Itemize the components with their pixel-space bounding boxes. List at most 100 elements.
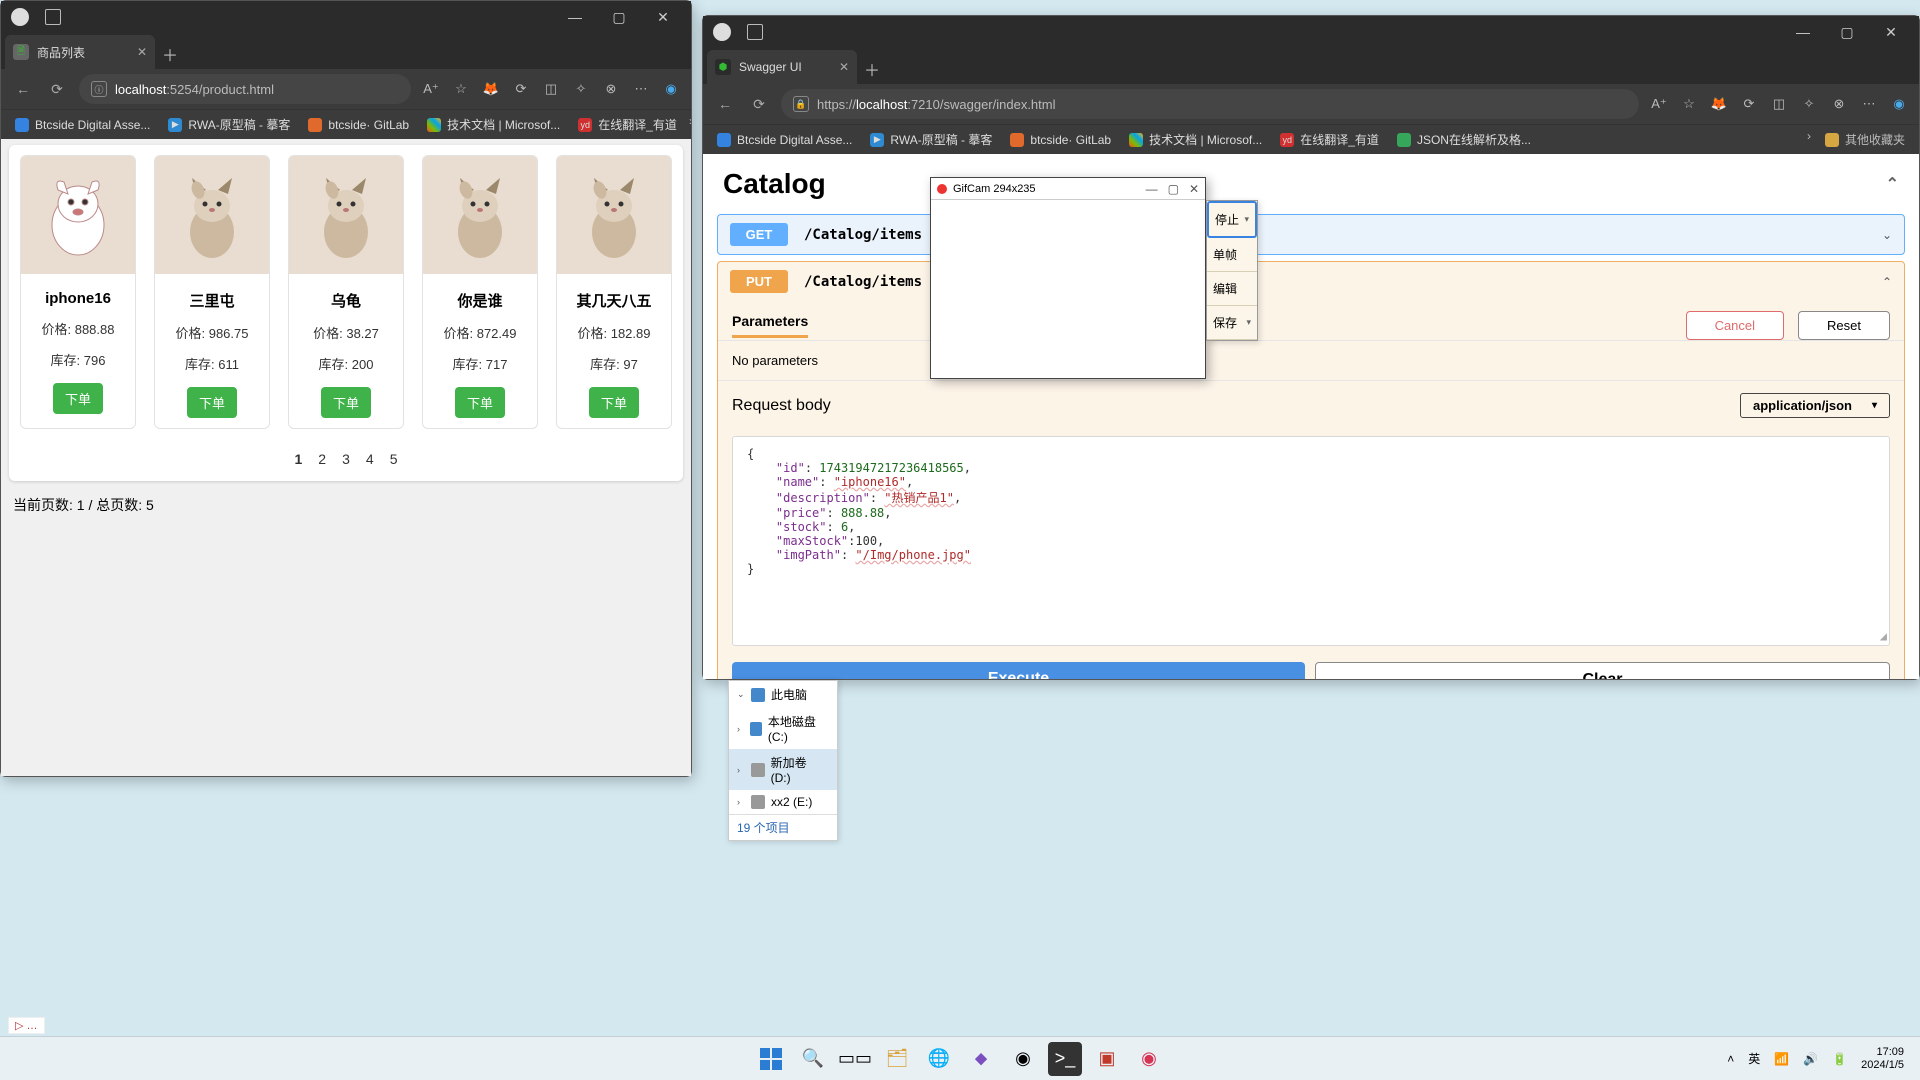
bookmark-item[interactable]: Btcside Digital Asse... bbox=[711, 131, 858, 149]
taskview-icon[interactable]: ▭▭ bbox=[838, 1042, 872, 1076]
menu-icon[interactable]: ⋯ bbox=[631, 79, 651, 99]
gifcam-frame-button[interactable]: 单帧 bbox=[1207, 238, 1257, 272]
chevron-down-icon[interactable]: ⌄ bbox=[1882, 228, 1892, 242]
page-link[interactable]: 2 bbox=[318, 451, 326, 467]
bookmark-item[interactable]: ▶RWA-原型稿 - 摹客 bbox=[864, 129, 998, 150]
copilot-icon[interactable]: ◉ bbox=[1889, 94, 1909, 114]
split-screen-icon[interactable]: ◫ bbox=[541, 79, 561, 99]
resize-handle-icon[interactable]: ◢ bbox=[1880, 629, 1887, 643]
page-link[interactable]: 4 bbox=[366, 451, 374, 467]
wifi-icon[interactable]: 📶 bbox=[1774, 1052, 1789, 1066]
extension-icon[interactable]: A⁺ bbox=[1649, 94, 1669, 114]
split-screen-icon[interactable]: ◫ bbox=[1769, 94, 1789, 114]
page-link[interactable]: 3 bbox=[342, 451, 350, 467]
app-icon[interactable]: ▣ bbox=[1090, 1042, 1124, 1076]
vs-icon[interactable]: ⬥ bbox=[964, 1042, 998, 1076]
collections-icon[interactable]: ✧ bbox=[1799, 94, 1819, 114]
search-icon[interactable]: 🔍 bbox=[796, 1042, 830, 1076]
explorer-icon[interactable]: 🗂 bbox=[880, 1042, 914, 1076]
favorite-icon[interactable]: ☆ bbox=[1679, 94, 1699, 114]
tab-parameters[interactable]: Parameters bbox=[732, 313, 808, 338]
clock[interactable]: 17:09 2024/1/5 bbox=[1861, 1046, 1904, 1071]
minimize-button[interactable]: — bbox=[1781, 16, 1825, 48]
extension-icon[interactable]: A⁺ bbox=[421, 79, 441, 99]
chevron-up-icon[interactable]: ⌃ bbox=[1886, 174, 1899, 194]
order-button[interactable]: 下单 bbox=[187, 387, 237, 418]
cancel-button[interactable]: Cancel bbox=[1686, 311, 1784, 340]
tree-node-thispc[interactable]: ⌄此电脑 bbox=[729, 681, 837, 708]
chrome-icon[interactable]: ◉ bbox=[1006, 1042, 1040, 1076]
order-button[interactable]: 下单 bbox=[455, 387, 505, 418]
edge-icon[interactable]: 🌐 bbox=[922, 1042, 956, 1076]
gifcam-icon[interactable]: ◉ bbox=[1132, 1042, 1166, 1076]
extension-icon[interactable]: ⟳ bbox=[511, 79, 531, 99]
bookmark-item[interactable]: yd在线翻译_有道 bbox=[572, 114, 683, 135]
order-button[interactable]: 下单 bbox=[321, 387, 371, 418]
extension-icon[interactable]: ⊗ bbox=[1829, 94, 1849, 114]
start-button[interactable] bbox=[754, 1042, 788, 1076]
workspaces-icon[interactable] bbox=[747, 24, 763, 40]
new-tab-button[interactable]: ＋ bbox=[155, 39, 185, 69]
gifcam-stop-button[interactable]: 停止▾ bbox=[1207, 201, 1257, 238]
bookmark-overflow[interactable]: 其他收藏夹 bbox=[1819, 129, 1911, 150]
reset-button[interactable]: Reset bbox=[1798, 311, 1890, 340]
chevron-down-icon[interactable]: ▾ bbox=[1246, 317, 1251, 328]
tree-node-drive[interactable]: ›新加卷 (D:) bbox=[729, 749, 837, 790]
bookmark-item[interactable]: 技术文档 | Microsof... bbox=[421, 114, 566, 135]
close-tab-icon[interactable]: ✕ bbox=[839, 60, 849, 74]
content-type-select[interactable]: application/json ▾ bbox=[1740, 393, 1890, 418]
bookmark-item[interactable]: 技术文档 | Microsof... bbox=[1123, 129, 1268, 150]
profile-avatar-icon[interactable] bbox=[713, 23, 731, 41]
tab-products[interactable]: 🗎 商品列表 ✕ bbox=[5, 35, 155, 69]
site-info-icon[interactable]: ⓘ bbox=[91, 81, 107, 97]
menu-icon[interactable]: ⋯ bbox=[1859, 94, 1879, 114]
window-titlebar[interactable]: — ▢ ✕ bbox=[703, 16, 1919, 48]
bookmark-overflow-icon[interactable]: › bbox=[1807, 129, 1811, 150]
page-link[interactable]: 5 bbox=[390, 451, 398, 467]
extension-icon[interactable]: ⟳ bbox=[1739, 94, 1759, 114]
bookmark-item[interactable]: Btcside Digital Asse... bbox=[9, 116, 156, 134]
reload-button[interactable]: ⟳ bbox=[45, 77, 69, 101]
back-button[interactable]: ← bbox=[11, 77, 35, 101]
minimize-button[interactable]: — bbox=[553, 1, 597, 33]
tray-overflow-icon[interactable]: ˄ bbox=[1727, 1052, 1734, 1066]
endpoint-header[interactable]: PUT /Catalog/items ⌃ bbox=[718, 262, 1904, 301]
terminal-icon[interactable]: >_ bbox=[1048, 1042, 1082, 1076]
extension-icon[interactable]: 🦊 bbox=[1709, 94, 1729, 114]
gifcam-edit-button[interactable]: 编辑 bbox=[1207, 272, 1257, 306]
address-bar[interactable]: 🔒 https://localhost:7210/swagger/index.h… bbox=[781, 89, 1639, 119]
favorite-icon[interactable]: ☆ bbox=[451, 79, 471, 99]
battery-icon[interactable]: 🔋 bbox=[1832, 1052, 1847, 1066]
chevron-down-icon[interactable]: ▾ bbox=[1244, 214, 1249, 225]
bookmark-item[interactable]: ▶RWA-原型稿 - 摹客 bbox=[162, 114, 296, 135]
close-button[interactable]: ✕ bbox=[1189, 182, 1199, 196]
chevron-up-icon[interactable]: ⌃ bbox=[1882, 275, 1892, 289]
bookmark-overflow-icon[interactable]: › bbox=[689, 114, 691, 135]
order-button[interactable]: 下单 bbox=[589, 387, 639, 418]
gifcam-titlebar[interactable]: GifCam 294x235 — ▢ ✕ bbox=[931, 178, 1205, 200]
bookmark-item[interactable]: btcside· GitLab bbox=[1004, 131, 1117, 149]
minimize-button[interactable]: — bbox=[1146, 182, 1158, 196]
address-bar[interactable]: ⓘ localhost:5254/product.html bbox=[79, 74, 411, 104]
site-info-icon[interactable]: 🔒 bbox=[793, 96, 809, 112]
bookmark-item[interactable]: yd在线翻译_有道 bbox=[1274, 129, 1385, 150]
clear-button[interactable]: Clear bbox=[1315, 662, 1890, 679]
order-button[interactable]: 下单 bbox=[53, 383, 103, 414]
extension-icon[interactable]: 🦊 bbox=[481, 79, 501, 99]
maximize-button[interactable]: ▢ bbox=[1825, 16, 1869, 48]
tab-swagger[interactable]: ⬢ Swagger UI ✕ bbox=[707, 50, 857, 84]
close-tab-icon[interactable]: ✕ bbox=[137, 45, 147, 59]
close-button[interactable]: ✕ bbox=[641, 1, 685, 33]
window-titlebar[interactable]: — ▢ ✕ bbox=[1, 1, 691, 33]
endpoint-get-items[interactable]: GET /Catalog/items ⌄ bbox=[717, 214, 1905, 255]
request-body-editor[interactable]: { "id": 17431947217236418565, "name": "i… bbox=[732, 436, 1890, 646]
catalog-header[interactable]: Catalog ⌃ bbox=[717, 160, 1905, 208]
volume-icon[interactable]: 🔊 bbox=[1803, 1052, 1818, 1066]
page-link[interactable]: 1 bbox=[295, 451, 303, 467]
profile-avatar-icon[interactable] bbox=[11, 8, 29, 26]
close-button[interactable]: ✕ bbox=[1869, 16, 1913, 48]
copilot-icon[interactable]: ◉ bbox=[661, 79, 681, 99]
back-button[interactable]: ← bbox=[713, 92, 737, 116]
tree-node-drive[interactable]: ›本地磁盘 (C:) bbox=[729, 708, 837, 749]
bookmark-item[interactable]: JSON在线解析及格... bbox=[1391, 129, 1537, 150]
